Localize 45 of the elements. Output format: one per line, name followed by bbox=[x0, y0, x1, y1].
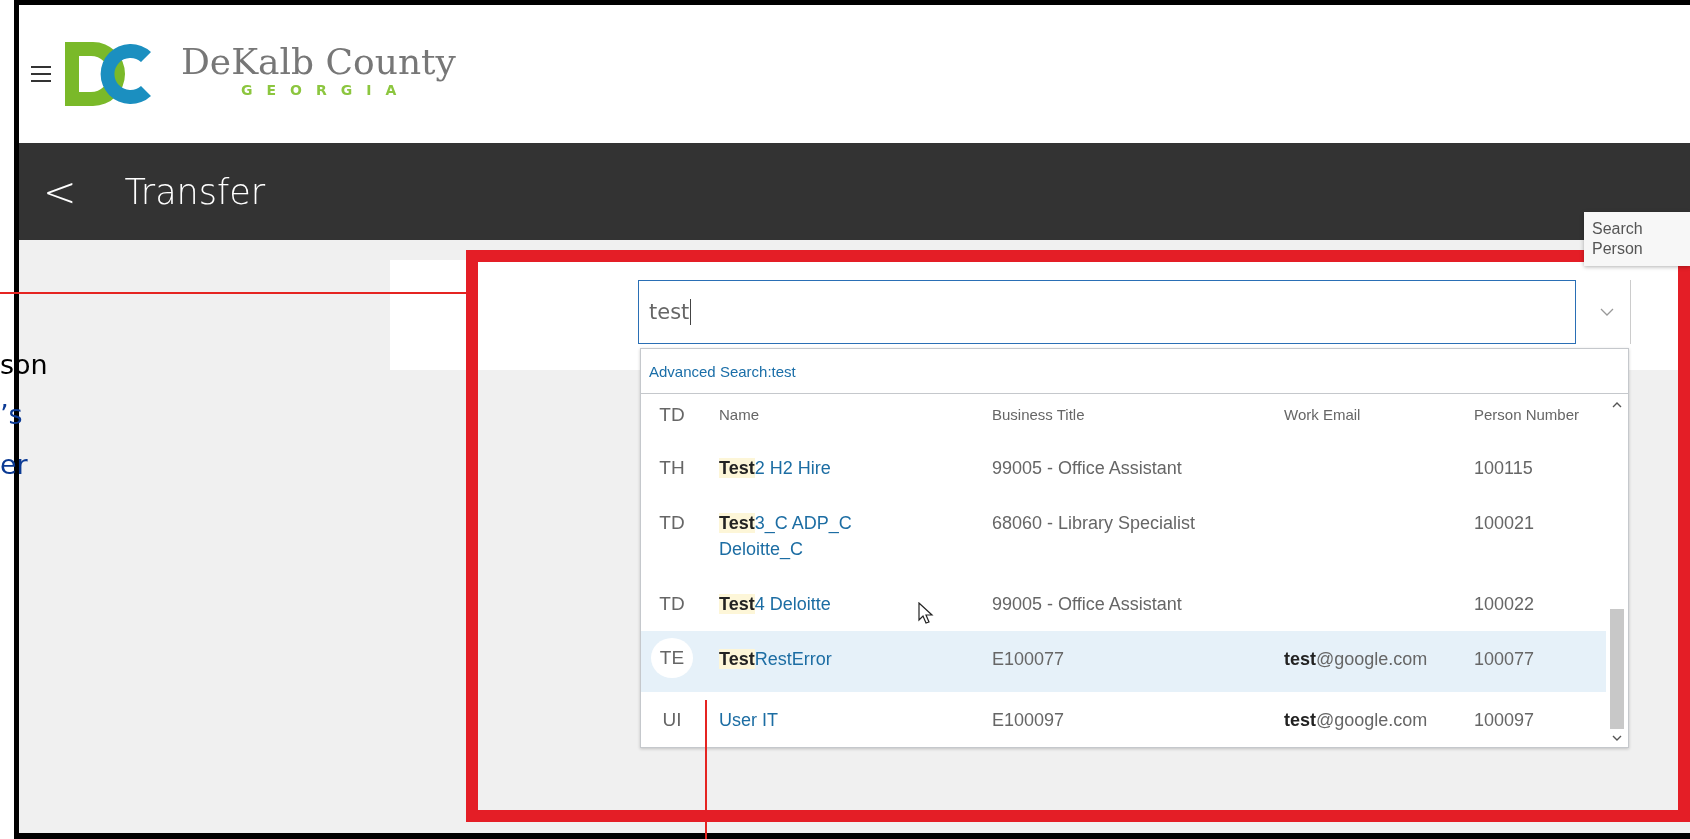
search-field[interactable]: test bbox=[638, 280, 1576, 344]
business-title: E100077 bbox=[992, 648, 1066, 671]
person-number: 100097 bbox=[1474, 709, 1536, 732]
initials: TD bbox=[658, 592, 686, 616]
result-row[interactable]: TD Test4 Deloitte 99005 - Office Assistant 100022 bbox=[641, 576, 1606, 631]
advanced-search-link[interactable]: Advanced Search:test bbox=[641, 349, 1628, 394]
brand-name: DeKalb County bbox=[181, 40, 456, 82]
column-header: Business Title bbox=[992, 405, 1086, 423]
tooltip-text: Search bbox=[1592, 220, 1644, 238]
person-name: Test3_C ADP_C Deloitte_C bbox=[719, 512, 853, 562]
column-header: Name bbox=[719, 405, 760, 423]
back-button[interactable]: < bbox=[39, 168, 81, 215]
chevron-down-icon[interactable] bbox=[1600, 308, 1614, 316]
tooltip-text: Person bbox=[1592, 240, 1644, 258]
business-title: E100097 bbox=[992, 709, 1066, 732]
person-number: 100077 bbox=[1474, 648, 1536, 671]
person-name: Test4 Deloitte bbox=[719, 593, 832, 616]
result-row[interactable]: UI User IT E100097 test@google.com 100097 bbox=[641, 692, 1606, 747]
business-title: 68060 - Library Specialist bbox=[992, 512, 1197, 535]
mouse-pointer-icon bbox=[918, 602, 934, 624]
person-number: 100021 bbox=[1474, 512, 1536, 535]
business-title: 99005 - Office Assistant bbox=[992, 593, 1183, 616]
person-name: TestRestError bbox=[719, 648, 833, 671]
initials: TH bbox=[658, 456, 686, 480]
initials: TD bbox=[658, 511, 686, 535]
brand-subtitle: GEORGIA bbox=[241, 81, 411, 98]
column-header: Work Email bbox=[1284, 405, 1362, 423]
result-row[interactable]: TE TestRestError E100077 test@google.com 100077 bbox=[641, 631, 1606, 692]
result-row[interactable]: TD Test3_C ADP_C Deloitte_C 68060 - Library Specialist 100021 bbox=[641, 495, 1606, 576]
business-title: 99005 - Office Assistant bbox=[992, 457, 1183, 480]
column-header: Person Number bbox=[1474, 405, 1581, 423]
work-email: test@google.com bbox=[1284, 709, 1429, 732]
person-number: 100022 bbox=[1474, 593, 1536, 616]
scroll-up-icon[interactable] bbox=[1612, 402, 1622, 408]
person-name: User IT bbox=[719, 709, 779, 732]
scroll-down-icon[interactable] bbox=[1612, 735, 1622, 741]
initials: TD bbox=[658, 403, 686, 427]
initials: TE bbox=[651, 638, 693, 678]
page-title: Transfer bbox=[124, 171, 266, 212]
result-row[interactable]: TH Test2 H2 Hire 99005 - Office Assistant 100115 bbox=[641, 440, 1606, 495]
work-email: test@google.com bbox=[1284, 648, 1429, 671]
initials: UI bbox=[661, 708, 683, 732]
person-number: 100115 bbox=[1474, 457, 1534, 480]
scrollbar-thumb[interactable] bbox=[1610, 609, 1624, 729]
person-name: Test2 H2 Hire bbox=[719, 457, 832, 480]
